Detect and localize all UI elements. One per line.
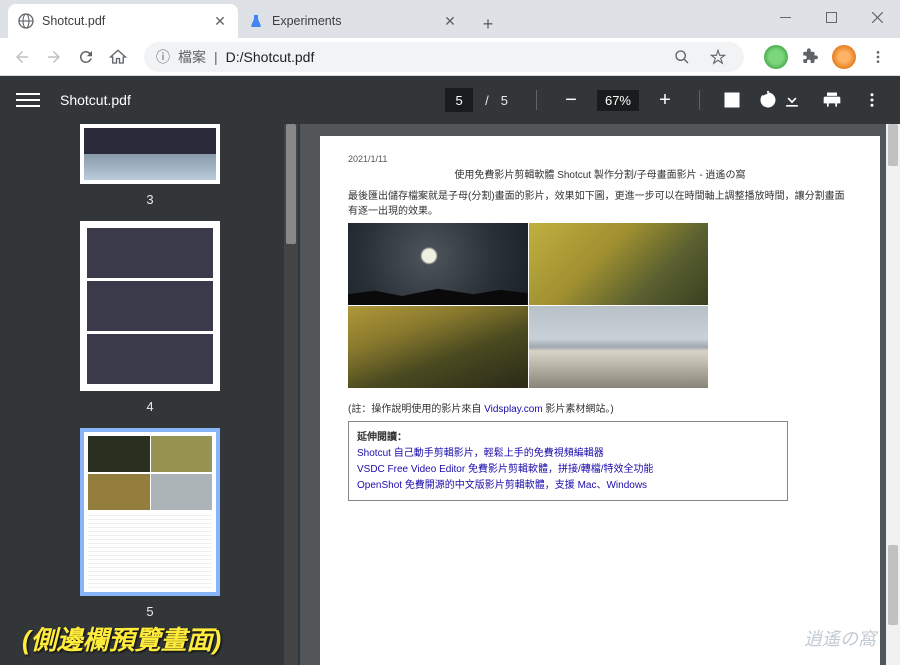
page-total: 5 bbox=[501, 93, 508, 108]
menu-icon[interactable] bbox=[864, 43, 892, 71]
minimize-button[interactable] bbox=[762, 0, 808, 34]
sidebar-scrollbar[interactable] bbox=[284, 124, 298, 665]
more-button[interactable] bbox=[860, 88, 884, 112]
main-scrollbar[interactable] bbox=[886, 124, 900, 665]
pdf-page-content: 2021/1/11 使用免費影片剪輯軟體 Shotcut 製作分割/子母畫面影片… bbox=[320, 136, 880, 665]
print-button[interactable] bbox=[820, 88, 844, 112]
forward-button[interactable] bbox=[40, 43, 68, 71]
content-image-landscape bbox=[529, 306, 709, 388]
pdf-toolbar: Shotcut.pdf / 5 − 67% + bbox=[0, 76, 900, 124]
thumbnail-page-4[interactable] bbox=[80, 221, 220, 391]
zoom-level[interactable]: 67% bbox=[597, 90, 639, 111]
new-tab-button[interactable]: + bbox=[474, 10, 502, 38]
thumbnail-label: 4 bbox=[146, 399, 153, 414]
tab-title: Shotcut.pdf bbox=[42, 14, 206, 28]
bookmark-icon[interactable] bbox=[704, 43, 732, 71]
thumbnail-label: 5 bbox=[146, 604, 153, 619]
watermark: 逍遙の窩 bbox=[804, 625, 876, 651]
home-button[interactable] bbox=[104, 43, 132, 71]
profile-avatar[interactable] bbox=[832, 45, 856, 69]
note-prefix: (註：操作說明使用的影片來自 bbox=[348, 404, 484, 415]
download-button[interactable] bbox=[780, 88, 804, 112]
search-icon[interactable] bbox=[668, 43, 696, 71]
thumbnail-page-3[interactable] bbox=[80, 124, 220, 184]
tab-title: Experiments bbox=[272, 14, 436, 28]
back-button[interactable] bbox=[8, 43, 36, 71]
annotation-caption: (側邊欄預覽畫面) bbox=[22, 620, 221, 657]
extensions-icon[interactable] bbox=[796, 43, 824, 71]
tab-shotcut[interactable]: Shotcut.pdf ✕ bbox=[8, 4, 238, 38]
divider bbox=[536, 90, 537, 110]
pdf-main-view[interactable]: 2021/1/11 使用免費影片剪輯軟體 Shotcut 製作分割/子母畫面影片… bbox=[300, 124, 900, 665]
rotate-button[interactable] bbox=[756, 88, 780, 112]
page-number-input[interactable] bbox=[445, 88, 473, 112]
zoom-out-button[interactable]: − bbox=[557, 86, 585, 114]
reload-button[interactable] bbox=[72, 43, 100, 71]
page-date: 2021/1/11 bbox=[348, 154, 852, 164]
browser-toolbar: ⓘ 檔案 | D:/Shotcut.pdf bbox=[0, 38, 900, 76]
page-heading: 使用免費影片剪輯軟體 Shotcut 製作分割/子母畫面影片 - 逍遙の窩 bbox=[348, 166, 852, 181]
pdf-sidebar: 3 4 5 bbox=[0, 124, 300, 665]
content-image-leaves-1 bbox=[529, 223, 709, 305]
url-scheme-label: 檔案 bbox=[178, 47, 206, 67]
related-link[interactable]: VSDC Free Video Editor 免費影片剪輯軟體，拼接/轉檔/特效… bbox=[357, 462, 779, 478]
fit-page-button[interactable] bbox=[720, 88, 744, 112]
url-path: D:/Shotcut.pdf bbox=[226, 49, 315, 65]
window-close-button[interactable] bbox=[854, 0, 900, 34]
tab-experiments[interactable]: Experiments ✕ bbox=[238, 4, 468, 38]
address-bar[interactable]: ⓘ 檔案 | D:/Shotcut.pdf bbox=[144, 42, 744, 72]
extension-icon-1[interactable] bbox=[764, 45, 788, 69]
divider bbox=[699, 90, 700, 110]
info-icon[interactable]: ⓘ bbox=[156, 47, 170, 67]
page-image-grid bbox=[348, 223, 708, 388]
note-suffix: 影片素材網站。) bbox=[543, 404, 614, 415]
related-link[interactable]: OpenShot 免費開源的中文版影片剪輯軟體，支援 Mac、Windows bbox=[357, 478, 779, 494]
pdf-viewer: Shotcut.pdf / 5 − 67% + 3 bbox=[0, 76, 900, 665]
tab-close-icon[interactable]: ✕ bbox=[442, 13, 458, 29]
sidebar-toggle-button[interactable] bbox=[16, 88, 40, 112]
content-image-moon bbox=[348, 223, 528, 305]
page-note: (註：操作說明使用的影片來自 Vidsplay.com 影片素材網站。) bbox=[348, 400, 852, 415]
tab-close-icon[interactable]: ✕ bbox=[212, 13, 228, 29]
thumbnail-label: 3 bbox=[146, 192, 153, 207]
zoom-in-button[interactable]: + bbox=[651, 86, 679, 114]
page-paragraph: 最後匯出儲存檔案就是子母(分割)畫面的影片，效果如下圖，更進一步可以在時間軸上調… bbox=[348, 189, 852, 219]
related-link[interactable]: Shotcut 自己動手剪輯影片，輕鬆上手的免費視頻編輯器 bbox=[357, 446, 779, 462]
thumbnail-page-5[interactable] bbox=[80, 428, 220, 596]
related-box-title: 延伸閱讀： bbox=[357, 428, 779, 443]
pdf-filename: Shotcut.pdf bbox=[60, 92, 445, 108]
globe-icon bbox=[18, 13, 34, 29]
maximize-button[interactable] bbox=[808, 0, 854, 34]
related-box: 延伸閱讀： Shotcut 自己動手剪輯影片，輕鬆上手的免費視頻編輯器 VSDC… bbox=[348, 421, 788, 501]
content-image-leaves-2 bbox=[348, 306, 528, 388]
flask-icon bbox=[248, 13, 264, 29]
note-link[interactable]: Vidsplay.com bbox=[484, 404, 543, 415]
page-separator: / bbox=[485, 93, 489, 108]
